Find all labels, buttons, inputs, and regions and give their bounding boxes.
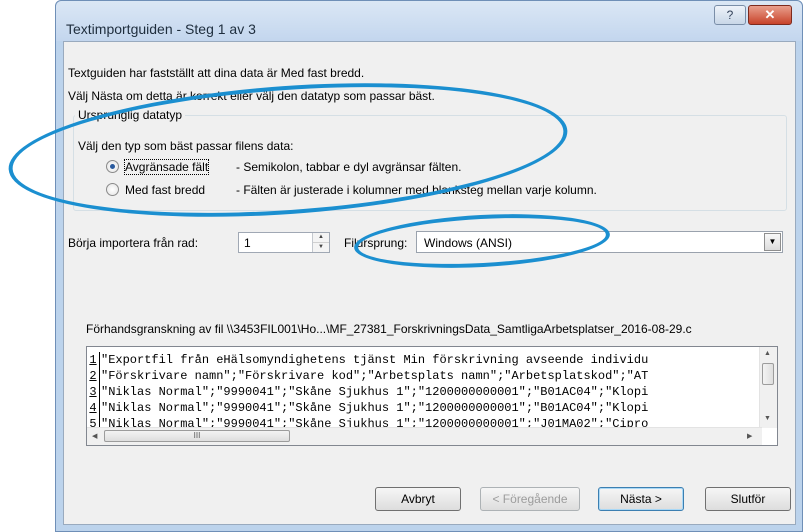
start-row-label: Börja importera från rad: — [68, 236, 199, 250]
back-button[interactable]: < Föregående — [480, 487, 580, 511]
file-origin-select[interactable]: Windows (ANSI) ▼ — [416, 231, 783, 253]
preview-horizontal-scrollbar[interactable]: ◀ III ▶ — [87, 427, 762, 445]
finish-button[interactable]: Slutför — [705, 487, 791, 511]
cancel-button[interactable]: Avbryt — [375, 487, 461, 511]
help-button[interactable]: ? — [714, 5, 746, 25]
preview-row: 1 "Exportfil från eHälsomyndighetens tjän… — [87, 352, 648, 368]
wizard-body: Textguiden har fastställt att dina data … — [63, 41, 796, 525]
scroll-left-icon[interactable]: ◀ — [92, 432, 97, 440]
preview-row-number: 2 — [87, 368, 100, 384]
intro-line-1: Textguiden har fastställt att dina data … — [68, 66, 365, 80]
datatype-group-title: Ursprunglig datatyp — [75, 108, 186, 122]
radio-fixed-width[interactable] — [106, 183, 119, 196]
radio-fixed-width-description: - Fälten är justerade i kolumner med bla… — [236, 183, 597, 197]
preview-row-number: 1 — [87, 352, 100, 368]
title-bar[interactable]: Textimportguiden - Steg 1 av 3 ? ✕ — [56, 1, 802, 41]
close-button[interactable]: ✕ — [748, 5, 792, 25]
preview-row-number: 4 — [87, 400, 100, 416]
file-origin-value: Windows (ANSI) — [424, 236, 513, 250]
horizontal-scroll-thumb[interactable]: III — [104, 430, 290, 442]
preview-row-text: "Exportfil från eHälsomyndighetens tjäns… — [101, 353, 649, 367]
preview-row: 4 "Niklas Normal";"9990041";"Skåne Sjukhu… — [87, 400, 648, 416]
preview-row: 2 "Förskrivare namn";"Förskrivare kod";"A… — [87, 368, 648, 384]
radio-selected-dot — [110, 164, 115, 169]
preview-row-number: 3 — [87, 384, 100, 400]
radio-delimited[interactable] — [106, 160, 119, 173]
radio-fixed-width-label[interactable]: Med fast bredd — [125, 183, 205, 197]
spinner-buttons: ▲ ▼ — [312, 233, 329, 252]
next-button[interactable]: Nästa > — [598, 487, 684, 511]
start-row-spinner[interactable]: 1 ▲ ▼ — [238, 232, 330, 253]
intro-line-2: Välj Nästa om detta är korrekt eller väl… — [68, 89, 435, 103]
start-row-value[interactable]: 1 — [244, 236, 251, 250]
preview-row-text: "Niklas Normal";"9990041";"Skåne Sjukhus… — [101, 401, 649, 415]
preview-row-text: "Förskrivare namn";"Förskrivare kod";"Ar… — [101, 369, 649, 383]
preview-vertical-scrollbar[interactable]: ▲ ▼ — [759, 347, 777, 428]
spinner-up-icon[interactable]: ▲ — [313, 233, 329, 243]
preview-pane[interactable]: 1 "Exportfil från eHälsomyndighetens tjän… — [86, 346, 778, 446]
vertical-scroll-thumb[interactable] — [762, 363, 774, 385]
dropdown-arrow-icon[interactable]: ▼ — [764, 233, 781, 251]
scroll-right-icon[interactable]: ▶ — [747, 432, 752, 440]
preview-label: Förhandsgranskning av fil \\3453FIL001\H… — [86, 322, 692, 336]
scroll-down-icon[interactable]: ▼ — [764, 415, 771, 422]
import-wizard-window: Textimportguiden - Steg 1 av 3 ? ✕ Textg… — [55, 0, 803, 532]
scroll-up-icon[interactable]: ▲ — [764, 350, 771, 357]
preview-row: 3 "Niklas Normal";"9990041";"Skåne Sjukhu… — [87, 384, 648, 400]
radio-delimited-label[interactable]: Avgränsade fält — [123, 159, 210, 175]
preview-row-text: "Niklas Normal";"9990041";"Skåne Sjukhus… — [101, 385, 649, 399]
spinner-down-icon[interactable]: ▼ — [313, 243, 329, 252]
file-origin-label: Filursprung: — [344, 236, 408, 250]
datatype-prompt: Välj den typ som bäst passar filens data… — [78, 139, 294, 153]
window-title: Textimportguiden - Steg 1 av 3 — [66, 21, 256, 37]
radio-delimited-description: - Semikolon, tabbar e dyl avgränsar fält… — [236, 160, 462, 174]
